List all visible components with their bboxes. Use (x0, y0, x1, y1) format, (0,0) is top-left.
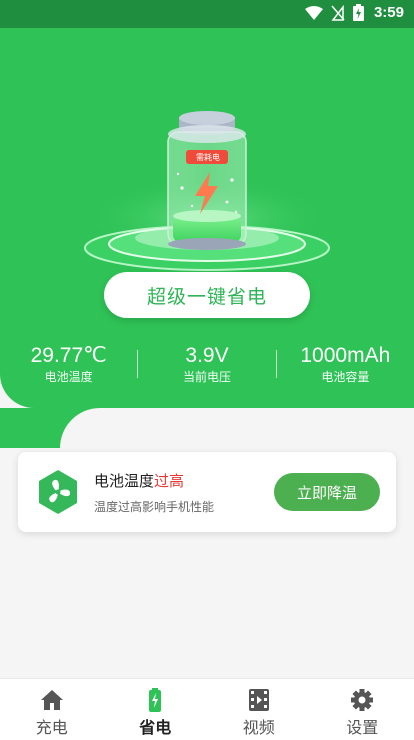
hero-panel: 需耗电 超级一键省电 29.77℃ 电池温度 3.9V 当前电压 1000mAh… (0, 28, 414, 408)
card-title-text: 电池温度 (94, 472, 155, 490)
card-title-warn: 过高 (154, 472, 185, 490)
status-bar: 3:59 (0, 0, 414, 28)
nav-label: 省电 (139, 718, 172, 737)
stat-voltage-label: 当前电压 (182, 370, 231, 384)
super-save-button[interactable]: 超级一键省电 (104, 272, 310, 318)
nav-item-settings[interactable]: 设置 (311, 679, 414, 740)
gear-icon (351, 689, 374, 711)
hero-curve-cut (60, 408, 414, 448)
stat-capacity: 1000mAh 电池容量 (277, 344, 414, 392)
stat-voltage: 3.9V 当前电压 (138, 344, 275, 392)
temperature-card: 电池温度过高 温度过高影响手机性能 立即降温 (18, 452, 396, 532)
bottom-nav: 充电 省电 视频 设置 (0, 678, 414, 740)
stat-voltage-value: 3.9V (185, 344, 229, 367)
stat-temperature-label: 电池温度 (44, 370, 93, 384)
video-icon (248, 689, 269, 711)
nav-item-charge[interactable]: 充电 (0, 679, 104, 740)
battery-charging-icon (352, 4, 364, 21)
signal-off-icon (331, 4, 345, 21)
fan-icon (39, 470, 77, 514)
nav-label: 设置 (346, 718, 379, 737)
battery-illustration (84, 111, 330, 271)
cool-down-button[interactable]: 立即降温 (274, 473, 380, 511)
status-icons: 3:59 (304, 4, 404, 21)
card-subtitle: 温度过高影响手机性能 (94, 500, 215, 514)
battery-stats: 29.77℃ 电池温度 3.9V 当前电压 1000mAh 电池容量 (0, 344, 414, 392)
status-time: 3:59 (373, 4, 404, 21)
nav-item-save[interactable]: 省电 (104, 679, 208, 740)
stat-temperature: 29.77℃ 电池温度 (0, 344, 137, 392)
wifi-icon (304, 5, 323, 20)
battery-icon (149, 688, 162, 712)
nav-label: 视频 (242, 718, 275, 737)
stat-capacity-value: 1000mAh (300, 344, 391, 367)
nav-item-video[interactable]: 视频 (207, 679, 311, 740)
home-icon (40, 690, 63, 710)
nav-label: 充电 (35, 718, 68, 737)
stat-capacity-label: 电池容量 (321, 370, 370, 384)
battery-badge: 需耗电 (196, 153, 220, 162)
card-title: 电池温度过高 (94, 470, 184, 491)
stat-temperature-value: 29.77℃ (30, 344, 107, 367)
